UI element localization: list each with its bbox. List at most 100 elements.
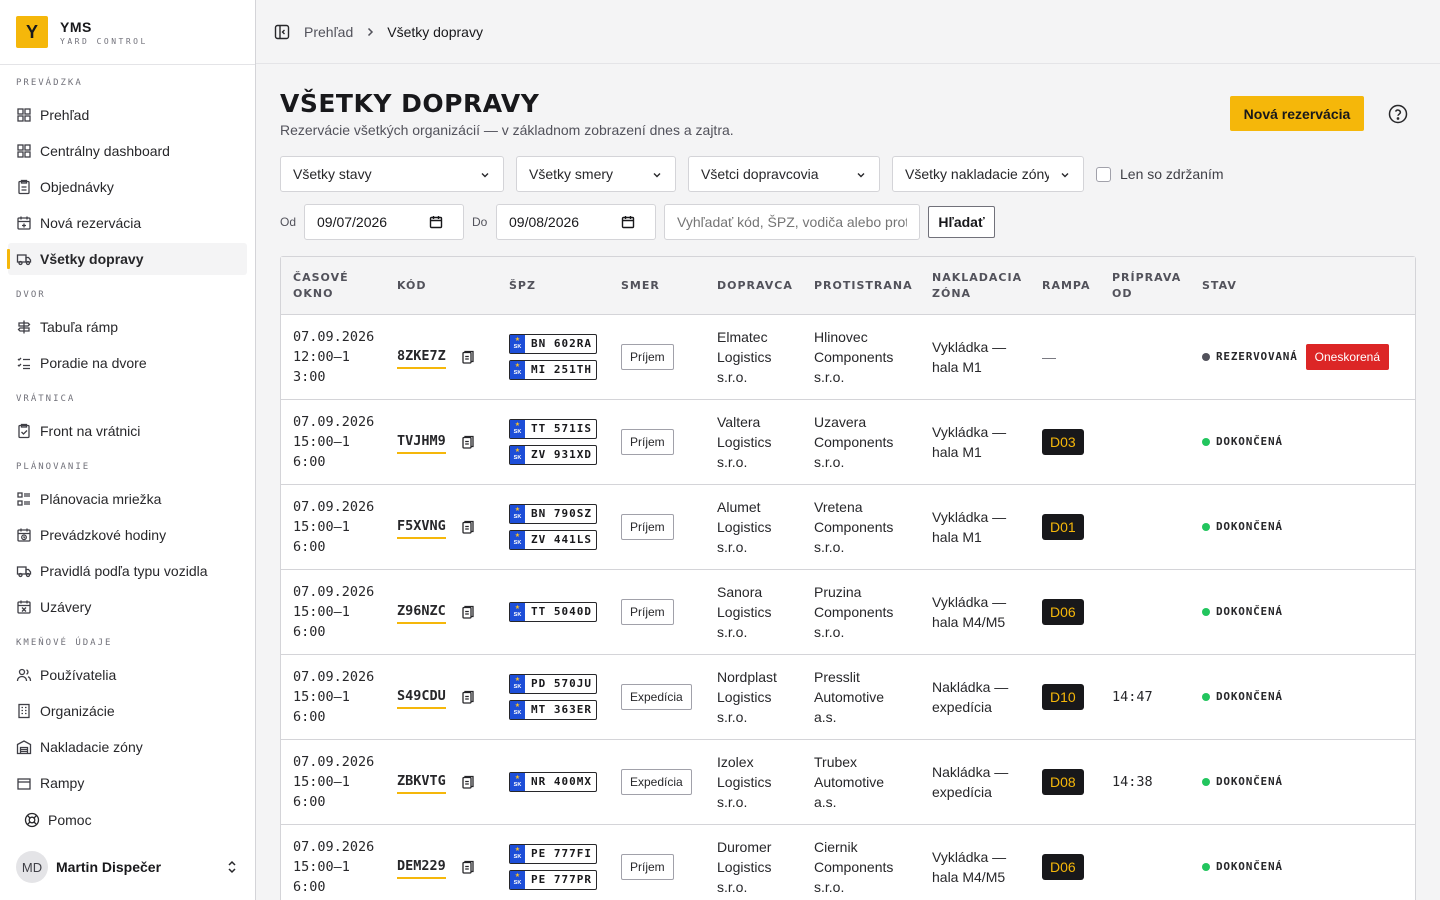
direction-cell: Expedícia — [621, 740, 711, 824]
time-text: 15:00–16:00 — [293, 689, 350, 725]
status-text: DOKONČENÁ — [1216, 860, 1283, 873]
sidebar-item[interactable]: Plánovacia mriežka — [8, 483, 247, 515]
column-header[interactable]: PROTISTRANA — [814, 257, 912, 315]
copy-icon[interactable] — [461, 860, 475, 874]
sidebar-item[interactable]: Nová rezervácia — [8, 207, 247, 239]
copy-icon[interactable] — [461, 690, 475, 704]
carrier-cell: Valtera Logistics s.r.o. — [717, 400, 809, 484]
column-header[interactable]: NAKLADACIA ZÓNA — [932, 257, 1032, 315]
sidebar-item[interactable]: Centrálny dashboard — [8, 135, 247, 167]
search-button[interactable]: Hľadať — [928, 206, 995, 238]
sidebar-item[interactable]: Prevádzkové hodiny — [8, 519, 247, 551]
sidebar-item[interactable]: Rampy — [8, 767, 247, 798]
column-header[interactable]: SMER — [621, 257, 717, 315]
carrier-filter[interactable]: Všetci dopravcovia — [688, 156, 880, 192]
status-cell: DOKONČENÁ — [1202, 570, 1412, 654]
sidebar-item[interactable]: Organizácie — [8, 695, 247, 727]
license-plate: ★ SK ZV 441LS — [509, 530, 597, 550]
topbar: Prehľad Všetky dopravy — [256, 0, 1440, 64]
counterparty-cell: Vretena Components s.r.o. — [814, 485, 926, 569]
search-input[interactable] — [664, 204, 920, 240]
reservation-code-link[interactable]: DEM229 — [397, 856, 446, 879]
help-link[interactable]: Pomoc — [16, 806, 92, 834]
copy-icon[interactable] — [461, 775, 475, 789]
table-row[interactable]: 07.09.2026 15:00–16:00 F5XVNG ★ SK BN 790SZ ★ S… — [281, 485, 1415, 570]
status-badge: DOKONČENÁ — [1202, 772, 1283, 792]
table-row[interactable]: 07.09.2026 15:00–16:00 Z96NZC ★ SK TT 5040D Pr… — [281, 570, 1415, 655]
license-plate: ★ SK BN 602RA — [509, 334, 597, 354]
plate-number: MT 363ER — [531, 703, 592, 716]
eu-flag-icon: ★ SK — [510, 675, 525, 693]
license-plate: ★ SK PE 777FI — [509, 844, 597, 864]
ramp-cell: D01 — [1042, 485, 1102, 569]
reservation-code-link[interactable]: F5XVNG — [397, 516, 446, 539]
zone-filter[interactable]: Všetky nakladacie zóny — [892, 156, 1084, 192]
brand[interactable]: Y YMS YARD CONTROL — [0, 0, 255, 65]
table-row[interactable]: 07.09.2026 12:00–13:00 8ZKE7Z ★ SK BN 602RA ★ S… — [281, 315, 1415, 400]
calendar-icon[interactable] — [429, 215, 443, 229]
calendar-icon[interactable] — [621, 215, 635, 229]
copy-icon[interactable] — [461, 435, 475, 449]
column-header[interactable]: ŠPZ — [509, 257, 605, 315]
time-text: 15:00–16:00 — [293, 859, 350, 895]
user-menu[interactable]: MD Martin Dispečer — [16, 850, 239, 884]
sidebar-item-label: Všetky dopravy — [40, 251, 144, 267]
direction-badge: Príjem — [621, 854, 674, 880]
table-row[interactable]: 07.09.2026 15:00–16:00 TVJHM9 ★ SK TT 571IS ★ S… — [281, 400, 1415, 485]
counterparty-cell: Pruzina Components s.r.o. — [814, 570, 926, 654]
sidebar-item[interactable]: Prehľad — [8, 99, 247, 131]
sidebar-item[interactable]: Poradie na dvore — [8, 347, 247, 379]
direction-filter[interactable]: Všetky smery — [516, 156, 676, 192]
reservation-code-link[interactable]: TVJHM9 — [397, 431, 446, 454]
column-header[interactable]: PRÍPRAVA OD — [1112, 257, 1192, 315]
time-window-cell: 07.09.2026 12:00–13:00 — [293, 315, 393, 399]
page-title: VŠETKY DOPRAVY — [280, 89, 540, 118]
copy-icon[interactable] — [461, 350, 475, 364]
sidebar-item[interactable]: Nakladacie zóny — [8, 731, 247, 763]
truck-icon — [16, 566, 32, 578]
date-to-input[interactable]: 09/08/2026 — [496, 204, 656, 240]
new-reservation-button[interactable]: Nová rezervácia — [1230, 96, 1364, 131]
help-label: Pomoc — [48, 812, 92, 828]
table-row[interactable]: 07.09.2026 15:00–16:00 S49CDU ★ SK PD 570JU ★ S… — [281, 655, 1415, 740]
plates-list: ★ SK TT 571IS ★ SK ZV 931XD — [509, 419, 597, 465]
carrier-text: s.r.o. — [717, 454, 748, 470]
table-row[interactable]: 07.09.2026 15:00–16:00 ZBKVTG ★ SK NR 400MX Ex… — [281, 740, 1415, 825]
column-header[interactable]: STAV — [1202, 257, 1298, 315]
sidebar-item[interactable]: Všetky dopravy — [7, 243, 247, 275]
sidebar-item[interactable]: Uzávery — [8, 591, 247, 623]
sidebar-item[interactable]: Tabuľa rámp — [8, 311, 247, 343]
carrier-text: s.r.o. — [717, 369, 748, 385]
column-header[interactable]: DOPRAVCA — [717, 257, 813, 315]
sidebar-item[interactable]: Pravidlá podľa typu vozidla — [8, 555, 247, 587]
date-from-input[interactable]: 09/07/2026 — [304, 204, 464, 240]
license-plate: ★ SK MI 251TH — [509, 360, 597, 380]
sidebar-item[interactable]: Front na vrátnici — [8, 415, 247, 447]
table-row[interactable]: 07.09.2026 15:00–16:00 DEM229 ★ SK PE 777FI ★ S… — [281, 825, 1415, 900]
column-header[interactable]: ČASOVÉ OKNO — [293, 257, 383, 315]
ramp-badge: D08 — [1042, 769, 1084, 795]
reservation-code-link[interactable]: ZBKVTG — [397, 771, 446, 794]
column-header[interactable]: KÓD — [397, 257, 493, 315]
reservation-code-link[interactable]: 8ZKE7Z — [397, 346, 446, 369]
carrier-text: s.r.o. — [717, 794, 748, 810]
sidebar-toggle-icon[interactable] — [274, 24, 290, 40]
license-plate: ★ SK MT 363ER — [509, 700, 597, 720]
dock-icon — [17, 778, 31, 790]
delay-only-toggle[interactable]: Len so zdržaním — [1096, 166, 1224, 182]
reservation-code-link[interactable]: S49CDU — [397, 686, 446, 709]
sidebar-item[interactable]: Používatelia — [8, 659, 247, 691]
delay-only-checkbox[interactable] — [1096, 166, 1111, 182]
plate-country: SK — [513, 429, 522, 435]
ramp-badge: D06 — [1042, 854, 1084, 880]
plate-number: BN 602RA — [531, 337, 592, 350]
copy-icon[interactable] — [461, 605, 475, 619]
sidebar-item[interactable]: Objednávky — [8, 171, 247, 203]
plate-country: SK — [513, 684, 522, 690]
status-filter[interactable]: Všetky stavy — [280, 156, 504, 192]
help-circle-icon[interactable] — [1388, 104, 1408, 124]
copy-icon[interactable] — [461, 520, 475, 534]
breadcrumb-parent[interactable]: Prehľad — [304, 24, 353, 40]
ramp-cell: D10 — [1042, 655, 1102, 739]
reservation-code-link[interactable]: Z96NZC — [397, 601, 446, 624]
